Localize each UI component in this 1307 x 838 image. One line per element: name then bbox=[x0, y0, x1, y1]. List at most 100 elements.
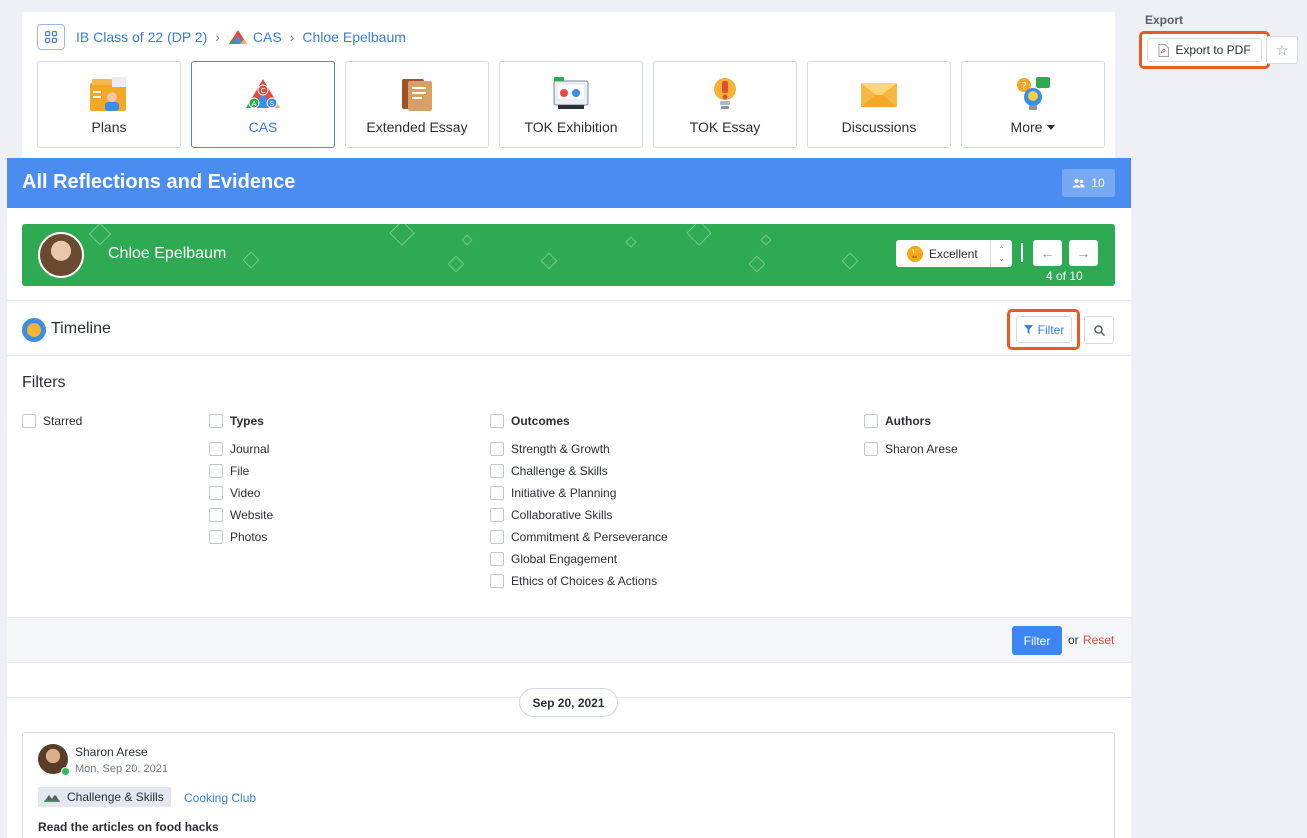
tab-cas[interactable]: CAS CAS bbox=[191, 61, 335, 148]
filter-type-photos[interactable]: Photos bbox=[209, 526, 273, 548]
outcome-tag-label: Challenge & Skills bbox=[67, 790, 164, 804]
checkbox[interactable] bbox=[22, 414, 36, 428]
student-pager: 4 of 10 bbox=[1046, 269, 1083, 283]
checkbox[interactable] bbox=[490, 442, 504, 456]
tab-plans[interactable]: Plans bbox=[37, 61, 181, 148]
breadcrumb-student[interactable]: Chloe Epelbaum bbox=[302, 29, 406, 45]
checkbox[interactable] bbox=[490, 508, 504, 522]
filter-column-authors: Authors Sharon Arese bbox=[864, 410, 958, 460]
breadcrumb-cas[interactable]: CAS bbox=[253, 29, 282, 45]
cas-small-icon bbox=[228, 29, 248, 45]
apps-grid-icon[interactable] bbox=[37, 24, 65, 50]
timeline-post: Sharon Arese Mon, Sep 20, 2021 Challenge… bbox=[22, 732, 1115, 838]
students-count-button[interactable]: 10 bbox=[1062, 169, 1115, 197]
tab-more[interactable]: ? More bbox=[961, 61, 1105, 148]
tab-label: Discussions bbox=[841, 119, 917, 135]
filter-label: Video bbox=[230, 486, 261, 500]
filter-label: Website bbox=[230, 508, 274, 522]
checkbox[interactable] bbox=[490, 530, 504, 544]
checkbox[interactable] bbox=[490, 486, 504, 500]
checkbox[interactable] bbox=[490, 574, 504, 588]
tab-discussions[interactable]: Discussions bbox=[807, 61, 951, 148]
tab-label: Plans bbox=[91, 119, 127, 135]
filters-heading: Filters bbox=[22, 374, 66, 391]
filter-highlight: Filter bbox=[1007, 309, 1080, 350]
breadcrumb: IB Class of 22 (DP 2) › CAS › Chloe Epel… bbox=[37, 24, 406, 50]
filter-type-journal[interactable]: Journal bbox=[209, 438, 273, 460]
grade-select[interactable]: 🏆 Excellent ⌃ ⌄ bbox=[896, 240, 1012, 267]
checkbox[interactable] bbox=[864, 414, 878, 428]
filter-toggle-button[interactable]: Filter bbox=[1016, 316, 1072, 343]
checkbox[interactable] bbox=[209, 508, 223, 522]
filter-heading: Outcomes bbox=[511, 414, 570, 428]
page-title: All Reflections and Evidence bbox=[22, 171, 296, 193]
post-title[interactable]: Read the articles on food hacks bbox=[38, 820, 219, 834]
breadcrumb-class[interactable]: IB Class of 22 (DP 2) bbox=[76, 29, 207, 45]
activity-link[interactable]: Cooking Club bbox=[184, 791, 256, 805]
timeline-toolbar: Timeline Filter bbox=[7, 300, 1131, 356]
filter-label: Commitment & Perseverance bbox=[511, 530, 668, 544]
tab-tok-essay[interactable]: TOK Essay bbox=[653, 61, 797, 148]
filter-author-sharon-arese[interactable]: Sharon Arese bbox=[864, 438, 958, 460]
filter-label: File bbox=[230, 464, 250, 478]
filter-outcome-challenge-skills[interactable]: Challenge & Skills bbox=[490, 460, 668, 482]
checkbox[interactable] bbox=[209, 486, 223, 500]
filter-type-video[interactable]: Video bbox=[209, 482, 273, 504]
filter-authors-all[interactable]: Authors bbox=[864, 410, 958, 432]
checkbox[interactable] bbox=[490, 414, 504, 428]
checkbox[interactable] bbox=[209, 442, 223, 456]
grade-value: Excellent bbox=[929, 246, 978, 261]
apply-filter-button[interactable]: Filter bbox=[1012, 626, 1062, 655]
filter-outcome-commitment-perseverance[interactable]: Commitment & Perseverance bbox=[490, 526, 668, 548]
next-student-button[interactable]: → bbox=[1069, 240, 1098, 266]
search-button[interactable] bbox=[1084, 316, 1114, 344]
filter-type-file[interactable]: File bbox=[209, 460, 273, 482]
filter-types-all[interactable]: Types bbox=[209, 410, 273, 432]
decor-diamond bbox=[461, 234, 473, 246]
checkbox[interactable] bbox=[209, 414, 223, 428]
filter-outcome-initiative-planning[interactable]: Initiative & Planning bbox=[490, 482, 668, 504]
filter-starred[interactable]: Starred bbox=[22, 410, 82, 432]
filter-outcome-ethics[interactable]: Ethics of Choices & Actions bbox=[490, 570, 668, 592]
chevron-right-icon: › bbox=[289, 29, 295, 45]
svg-text:A: A bbox=[252, 100, 257, 108]
star-icon: ☆ bbox=[1275, 41, 1289, 58]
decor-diamond bbox=[748, 255, 766, 273]
previous-student-button[interactable]: ← bbox=[1033, 240, 1062, 266]
checkbox[interactable] bbox=[490, 552, 504, 566]
tab-extended-essay[interactable]: Extended Essay bbox=[345, 61, 489, 148]
checkbox[interactable] bbox=[209, 530, 223, 544]
filter-toggle-label: Filter bbox=[1037, 322, 1065, 337]
timeline-title: Timeline bbox=[51, 320, 111, 337]
decor-diamond bbox=[625, 236, 637, 248]
checkbox[interactable] bbox=[209, 464, 223, 478]
checkbox[interactable] bbox=[490, 464, 504, 478]
trophy-icon: 🏆 bbox=[907, 245, 923, 262]
decor-diamond bbox=[760, 234, 772, 246]
main-panel: All Reflections and Evidence 10 Chloe Ep… bbox=[7, 158, 1131, 838]
filter-label: Ethics of Choices & Actions bbox=[511, 574, 658, 588]
filter-type-website[interactable]: Website bbox=[209, 504, 273, 526]
svg-text:?: ? bbox=[1021, 81, 1026, 92]
chevron-right-icon: › bbox=[215, 29, 220, 45]
tab-tok-exhibition[interactable]: TOK Exhibition bbox=[499, 61, 643, 148]
decor-diamond bbox=[841, 252, 859, 270]
checkbox[interactable] bbox=[864, 442, 878, 456]
tab-label: Extended Essay bbox=[366, 119, 468, 135]
outcome-tag: Challenge & Skills bbox=[38, 787, 171, 807]
select-spinner-icon: ⌃ ⌄ bbox=[990, 240, 1012, 267]
filter-outcome-global-engagement[interactable]: Global Engagement bbox=[490, 548, 668, 570]
reset-filter-link[interactable]: Reset bbox=[1083, 633, 1114, 647]
filter-outcomes-all[interactable]: Outcomes bbox=[490, 410, 668, 432]
tab-label: TOK Exhibition bbox=[524, 119, 618, 135]
filter-outcome-collaborative-skills[interactable]: Collaborative Skills bbox=[490, 504, 668, 526]
filter-label: Collaborative Skills bbox=[511, 508, 613, 522]
favorite-star-button[interactable]: ☆ bbox=[1266, 36, 1298, 64]
divider bbox=[1021, 243, 1023, 262]
export-pdf-button[interactable]: Export to PDF bbox=[1147, 38, 1262, 62]
filter-outcome-strength-growth[interactable]: Strength & Growth bbox=[490, 438, 668, 460]
filter-label: Starred bbox=[43, 414, 83, 428]
online-status-dot bbox=[61, 767, 70, 776]
filter-actions: Filter or Reset bbox=[7, 617, 1131, 663]
decor-diamond bbox=[242, 251, 260, 269]
